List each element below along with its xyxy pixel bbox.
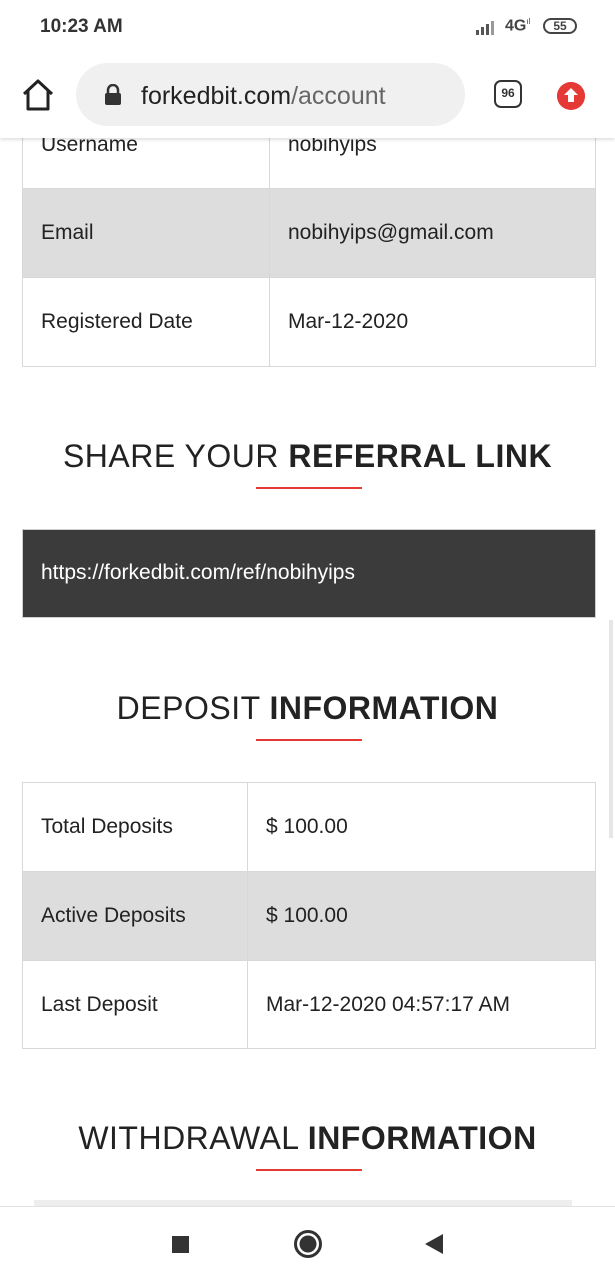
browser-toolbar: forkedbit.com/account 96 xyxy=(0,52,615,138)
recent-apps-icon[interactable] xyxy=(172,1236,189,1253)
battery-icon: 55 xyxy=(543,18,577,34)
table-row: Active Deposits $ 100.00 xyxy=(22,871,596,961)
table-row: Email nobihyips@gmail.com xyxy=(22,188,596,278)
referral-link[interactable]: https://forkedbit.com/ref/nobihyips xyxy=(41,561,355,585)
referral-heading: SHARE YOUR REFERRAL LINK xyxy=(62,438,553,474)
back-icon[interactable] xyxy=(424,1233,444,1255)
row-label: Active Deposits xyxy=(22,871,248,961)
heading-underline xyxy=(256,739,362,741)
table-row: Last Deposit Mar-12-2020 04:57:17 AM xyxy=(22,960,596,1049)
referral-link-box[interactable]: https://forkedbit.com/ref/nobihyips xyxy=(22,529,596,618)
row-label: Registered Date xyxy=(22,277,270,367)
network-type: 4Gıl xyxy=(505,17,531,35)
nav-home-icon[interactable] xyxy=(293,1229,323,1259)
withdrawal-heading: WITHDRAWAL INFORMATION xyxy=(78,1120,537,1156)
status-time: 10:23 AM xyxy=(40,16,123,37)
row-label: Last Deposit xyxy=(22,960,248,1049)
home-icon[interactable] xyxy=(20,78,56,112)
deposit-table: Total Deposits $ 100.00 Active Deposits … xyxy=(22,782,596,1049)
heading-underline xyxy=(256,1169,362,1171)
heading-underline xyxy=(256,487,362,489)
system-nav-bar xyxy=(0,1206,615,1281)
status-bar: 10:23 AM 4Gıl 55 xyxy=(0,0,615,52)
signal-icon xyxy=(476,21,494,35)
table-row: Total Deposits $ 100.00 xyxy=(22,782,596,872)
row-value: $ 100.00 xyxy=(247,871,596,961)
account-table: Username nobihyips Email nobihyips@gmail… xyxy=(22,100,596,367)
lock-icon xyxy=(105,84,121,105)
row-label: Email xyxy=(22,188,270,278)
update-icon[interactable] xyxy=(557,82,585,110)
row-value: nobihyips@gmail.com xyxy=(269,188,596,278)
row-value: $ 100.00 xyxy=(247,782,596,872)
row-label: Total Deposits xyxy=(22,782,248,872)
scrollbar[interactable] xyxy=(609,620,613,838)
address-bar[interactable]: forkedbit.com/account xyxy=(76,63,465,126)
url-text: forkedbit.com/account xyxy=(141,82,386,110)
row-value: Mar-12-2020 xyxy=(269,277,596,367)
tab-switcher-icon[interactable]: 96 xyxy=(494,80,522,108)
deposit-heading: DEPOSIT INFORMATION xyxy=(116,690,499,726)
table-row: Registered Date Mar-12-2020 xyxy=(22,277,596,367)
row-value: Mar-12-2020 04:57:17 AM xyxy=(247,960,596,1049)
